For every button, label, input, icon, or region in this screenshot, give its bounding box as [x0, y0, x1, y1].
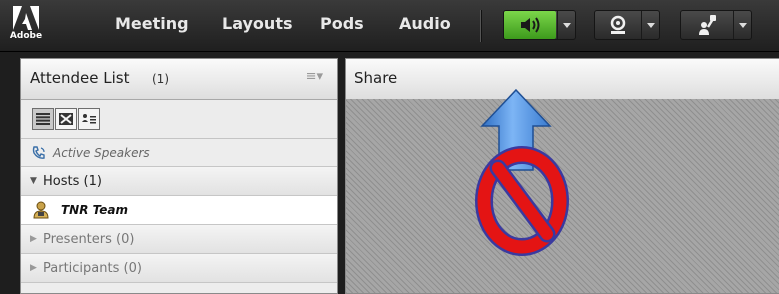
annotation-overlay: [475, 88, 569, 256]
